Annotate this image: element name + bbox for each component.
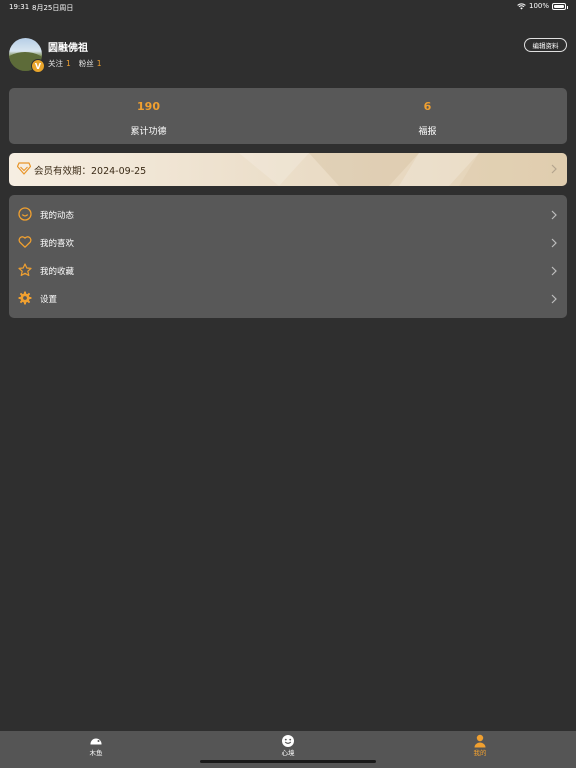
chevron-right-icon	[551, 238, 557, 248]
tab-wooden-fish[interactable]: 木鱼	[0, 731, 192, 768]
smile-circle-icon	[18, 207, 32, 221]
menu-item-my-favorites[interactable]: 我的收藏	[9, 256, 567, 284]
tab-label: 我的	[473, 749, 487, 757]
following-count[interactable]: 1	[66, 59, 71, 68]
status-time: 19:31	[9, 3, 30, 11]
tab-label: 木鱼	[89, 749, 103, 757]
battery-percent: 100%	[528, 2, 549, 10]
chevron-right-icon	[551, 294, 557, 304]
follow-stats: 关注 1 粉丝 1	[48, 58, 102, 69]
stat-label: 福报	[418, 127, 437, 137]
membership-expiry: 会员有效期：2024-09-25	[34, 166, 147, 177]
menu-label: 我的喜欢	[40, 239, 75, 249]
menu-label: 我的收藏	[40, 267, 75, 277]
status-right: 100%	[517, 2, 568, 10]
gear-icon	[18, 291, 32, 305]
followers-count[interactable]: 1	[97, 59, 102, 68]
menu-label: 设置	[40, 295, 58, 305]
status-bar: 19:31 8月25日周日 100%	[0, 0, 576, 14]
stat-merit[interactable]: 190 累计功德	[9, 88, 288, 144]
tab-mine[interactable]: 我的	[384, 731, 576, 768]
mood-icon	[282, 735, 294, 747]
chevron-right-icon	[551, 210, 557, 220]
star-icon	[18, 263, 32, 277]
wifi-icon	[517, 2, 526, 9]
following-label[interactable]: 关注	[48, 59, 63, 68]
chevron-right-icon	[551, 164, 557, 174]
stat-value: 6	[423, 100, 432, 113]
wooden-fish-icon	[90, 738, 102, 745]
stat-label: 累计功德	[130, 127, 167, 137]
menu-item-settings[interactable]: 设置	[9, 284, 567, 312]
followers-label[interactable]: 粉丝	[79, 59, 94, 68]
menu-item-my-likes[interactable]: 我的喜欢	[9, 228, 567, 256]
username: 圆融佛祖	[48, 43, 88, 54]
membership-card[interactable]: 会员有效期：2024-09-25	[9, 153, 567, 186]
diamond-icon	[17, 162, 31, 175]
heart-icon	[18, 236, 32, 248]
chevron-right-icon	[551, 266, 557, 276]
home-indicator[interactable]	[200, 760, 376, 763]
tab-label: 心境	[281, 749, 295, 757]
stat-value: 190	[137, 100, 160, 113]
battery-icon	[552, 2, 568, 10]
stat-blessing[interactable]: 6 福报	[288, 88, 567, 144]
profile-header: V 圆融佛祖 关注 1 粉丝 1 编辑资料	[9, 38, 567, 73]
menu-label: 我的动态	[40, 211, 75, 221]
menu-item-my-posts[interactable]: 我的动态	[9, 200, 567, 228]
edit-profile-button[interactable]: 编辑资料	[524, 38, 567, 52]
status-date: 8月25日周日	[32, 4, 74, 12]
person-icon	[474, 734, 486, 748]
stats-card: 190 累计功德 6 福报	[9, 88, 567, 144]
menu-card: 我的动态 我的喜欢 我的收藏 设置	[9, 195, 567, 318]
vip-badge-icon: V	[31, 59, 45, 73]
